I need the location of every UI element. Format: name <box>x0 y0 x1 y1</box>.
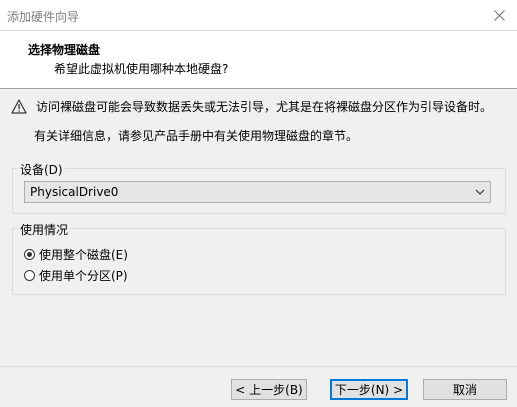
chevron-down-icon <box>475 189 485 195</box>
page-title: 选择物理磁盘 <box>28 43 101 57</box>
close-button[interactable] <box>481 0 517 31</box>
page-subtitle: 希望此虚拟机使用哪种本地硬盘? <box>54 62 229 76</box>
warning-icon <box>11 99 27 114</box>
warning-row: 访问裸磁盘可能会导致数据丢失或无法引导，尤其是在将裸磁盘分区作为引导设备时。 <box>11 98 492 115</box>
next-button[interactable]: 下一步(N) > <box>330 379 408 400</box>
info-text: 有关详细信息，请参见产品手册中有关使用物理磁盘的章节。 <box>34 129 359 143</box>
close-icon <box>493 10 505 21</box>
device-select[interactable]: PhysicalDrive0 <box>24 181 491 203</box>
warning-text: 访问裸磁盘可能会导致数据丢失或无法引导，尤其是在将裸磁盘分区作为引导设备时。 <box>36 100 493 114</box>
radio-single-partition[interactable]: 使用单个分区(P) <box>24 267 128 284</box>
radio-single-partition-label: 使用单个分区(P) <box>39 269 128 283</box>
radio-whole-disk[interactable]: 使用整个磁盘(E) <box>24 246 128 263</box>
footer-divider <box>0 366 517 367</box>
wizard-header: 选择物理磁盘 希望此虚拟机使用哪种本地硬盘? <box>0 31 517 89</box>
device-select-value: PhysicalDrive0 <box>30 185 119 199</box>
radio-button[interactable] <box>24 270 35 281</box>
back-button[interactable]: < 上一步(B) <box>231 379 307 400</box>
title-bar: 添加硬件向导 <box>0 0 517 31</box>
radio-whole-disk-label: 使用整个磁盘(E) <box>39 248 128 262</box>
device-label: 设备(D) <box>18 161 65 178</box>
window-title: 添加硬件向导 <box>7 10 80 24</box>
radio-selected-dot <box>27 252 32 257</box>
radio-button[interactable] <box>24 249 35 260</box>
usage-label: 使用情况 <box>18 221 71 238</box>
cancel-button[interactable]: 取消 <box>423 379 507 400</box>
